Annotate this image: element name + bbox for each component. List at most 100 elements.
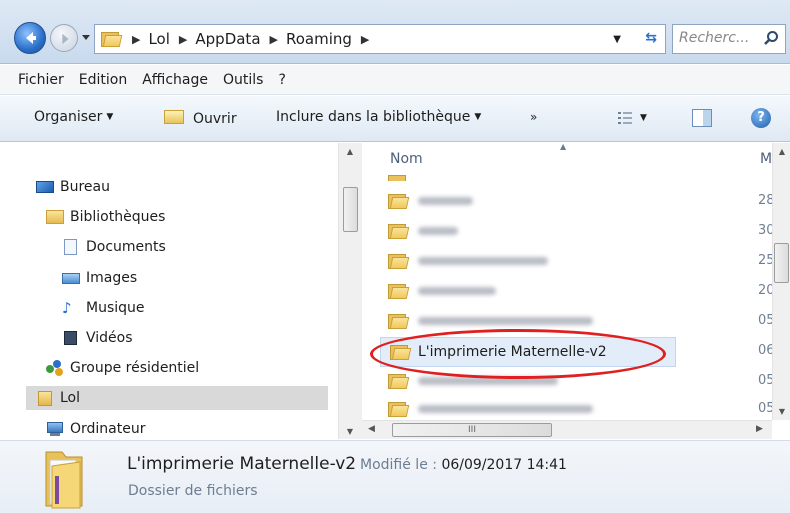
blurred-filename (418, 257, 548, 265)
file-list-scrollbar[interactable]: ▲ ▼ (772, 143, 790, 420)
large-folder-icon (45, 451, 83, 509)
more-commands-button[interactable]: » (530, 110, 537, 124)
selection-annotation-oval (370, 329, 666, 379)
scroll-up-icon[interactable]: ▲ (774, 147, 790, 156)
open-folder-icon (164, 109, 186, 125)
nav-scrollbar[interactable]: ▲ ▼ (338, 143, 362, 439)
breadcrumb-lol[interactable]: Lol (148, 30, 169, 48)
include-library-button[interactable]: Inclure dans la bibliothèque ▼ (276, 109, 481, 125)
file-row[interactable] (388, 397, 593, 421)
scroll-up-icon[interactable]: ▲ (342, 147, 358, 156)
nav-label: Bibliothèques (70, 209, 166, 225)
folder-icon (388, 173, 410, 181)
details-modified-label: Modifié le : (360, 457, 437, 473)
blurred-filename (418, 197, 473, 205)
nav-scroll-thumb[interactable] (343, 187, 358, 232)
open-label: Ouvrir (193, 111, 237, 127)
sort-ascending-icon: ▲ (560, 142, 567, 151)
refresh-icon[interactable]: ⇆ (645, 30, 657, 46)
scroll-right-icon[interactable]: ▶ (756, 424, 763, 434)
blurred-filename (418, 287, 496, 295)
folder-icon (388, 192, 410, 210)
search-icon[interactable] (763, 30, 779, 46)
nav-label: Documents (86, 239, 166, 255)
details-modified-value: 06/09/2017 14:41 (441, 457, 567, 473)
command-bar: Organiser ▼ Ouvrir Inclure dans la biblio… (0, 96, 790, 142)
organise-button[interactable]: Organiser ▼ (34, 109, 113, 125)
scroll-down-icon[interactable]: ▼ (342, 427, 358, 436)
menu-bar: Fichier Edition Affichage Outils ? (0, 65, 790, 95)
nav-item-musique[interactable]: ♪ Musique (62, 296, 145, 320)
view-dropdown-icon[interactable]: ▼ (640, 113, 647, 123)
nav-item-groupe-residentiel[interactable]: Groupe résidentiel (46, 356, 199, 380)
documents-icon (62, 239, 80, 255)
nav-label: Groupe résidentiel (70, 360, 200, 376)
nav-item-bibliotheques[interactable]: Bibliothèques (46, 205, 165, 229)
search-placeholder: Recherc... (679, 30, 750, 46)
scroll-down-icon[interactable]: ▼ (774, 407, 790, 416)
address-dropdown-icon[interactable]: ▼ (613, 34, 621, 45)
column-header-modified[interactable]: M (760, 151, 772, 167)
scroll-left-icon[interactable]: ◀ (368, 424, 375, 434)
menu-outils[interactable]: Outils (223, 72, 263, 88)
blurred-filename (418, 405, 593, 413)
address-bar[interactable]: ▶ Lol ▶ AppData ▶ Roaming ▶ ▼ ⇆ (94, 24, 666, 54)
folder-icon (388, 252, 410, 270)
horizontal-scrollbar[interactable]: ◀ III ▶ (362, 420, 772, 439)
nav-label: Images (86, 270, 138, 286)
breadcrumb-appdata[interactable]: AppData (195, 30, 260, 48)
breadcrumb-separator-icon[interactable]: ▶ (132, 33, 140, 46)
file-row[interactable] (388, 249, 548, 273)
libraries-icon (46, 209, 64, 225)
search-input[interactable]: Recherc... (672, 24, 786, 54)
chevron-down-icon: ▼ (474, 112, 482, 122)
view-options-icon[interactable] (618, 112, 632, 124)
nav-item-ordinateur[interactable]: Ordinateur (46, 417, 146, 441)
back-button[interactable] (14, 22, 46, 54)
folder-icon (101, 30, 123, 48)
breadcrumb-separator-icon[interactable]: ▶ (361, 33, 369, 46)
nav-label: Vidéos (86, 330, 133, 346)
file-row[interactable] (388, 219, 458, 243)
navigation-bar: ▶ Lol ▶ AppData ▶ Roaming ▶ ▼ ⇆ Recherc.… (0, 0, 790, 64)
history-dropdown-icon[interactable] (82, 33, 90, 41)
nav-item-images[interactable]: Images (62, 266, 137, 290)
forward-arrow-icon (62, 33, 69, 45)
nav-item-videos[interactable]: Vidéos (62, 326, 133, 350)
blurred-filename (418, 227, 458, 235)
breadcrumb-separator-icon[interactable]: ▶ (179, 33, 187, 46)
file-list-pane: Nom ▲ M 28 30 25 20 05 06 05 05 ▲ ▼ (362, 142, 790, 439)
menu-fichier[interactable]: Fichier (18, 72, 64, 88)
videos-icon (62, 330, 80, 346)
file-scroll-thumb[interactable] (774, 243, 789, 283)
details-modified: Modifié le : 06/09/2017 14:41 (360, 457, 567, 473)
file-row[interactable] (388, 279, 496, 303)
back-arrow-icon (26, 32, 36, 44)
menu-affichage[interactable]: Affichage (142, 72, 208, 88)
folder-icon (388, 282, 410, 300)
preview-pane-icon[interactable] (692, 109, 712, 127)
menu-help[interactable]: ? (278, 72, 285, 88)
menu-edition[interactable]: Edition (79, 72, 127, 88)
nav-item-bureau[interactable]: Bureau (36, 175, 110, 199)
nav-label: Bureau (60, 179, 110, 195)
file-row[interactable] (388, 189, 473, 213)
nav-item-documents[interactable]: Documents (62, 235, 166, 259)
breadcrumb-roaming[interactable]: Roaming (286, 30, 352, 48)
images-icon (62, 270, 80, 286)
blurred-filename (418, 317, 593, 325)
folder-icon (388, 312, 410, 330)
horizontal-scroll-thumb[interactable]: III (392, 423, 552, 437)
folder-icon (388, 372, 410, 390)
computer-icon (46, 421, 64, 437)
nav-label: Ordinateur (70, 421, 146, 437)
navigation-pane: Bureau Bibliothèques Documents Images ♪ … (0, 143, 362, 441)
file-row[interactable] (388, 165, 410, 189)
desktop-icon (36, 179, 54, 195)
help-icon[interactable]: ? (751, 108, 771, 128)
breadcrumb-separator-icon[interactable]: ▶ (270, 33, 278, 46)
chevron-down-icon: ▼ (106, 112, 114, 122)
open-button[interactable]: Ouvrir (164, 109, 237, 127)
nav-item-lol[interactable]: Lol (26, 386, 328, 410)
forward-button[interactable] (50, 24, 78, 52)
